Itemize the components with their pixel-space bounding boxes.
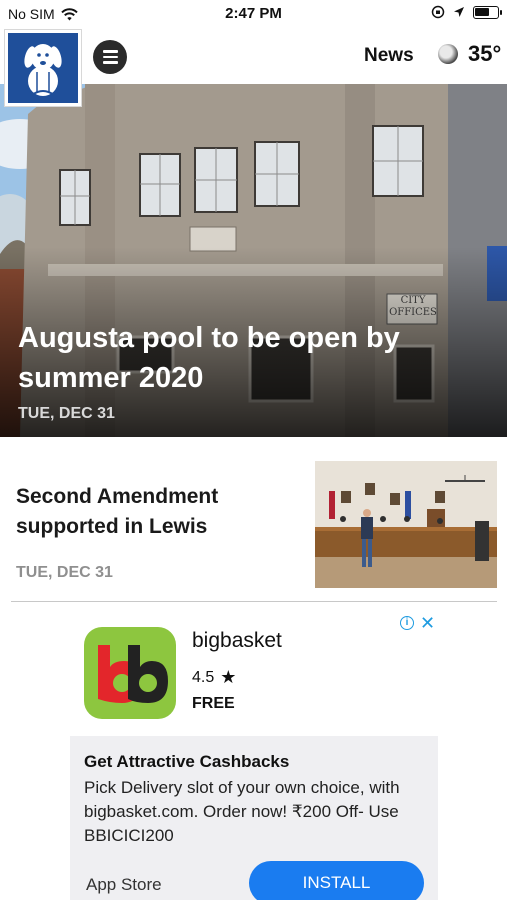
article-card[interactable]: Second Amendment supported in Lewis TUE,… bbox=[0, 437, 507, 602]
divider bbox=[11, 601, 497, 602]
article-date: TUE, DEC 31 bbox=[16, 564, 113, 581]
ad-price: FREE bbox=[192, 695, 235, 712]
section-title[interactable]: News bbox=[364, 45, 414, 67]
moon-icon bbox=[438, 44, 458, 64]
location-arrow-icon bbox=[454, 7, 464, 17]
council-chamber-image bbox=[315, 461, 497, 588]
article-headline[interactable]: Second Amendment supported in Lewis bbox=[16, 482, 286, 542]
app-header: News 35° bbox=[0, 28, 507, 106]
ad-card[interactable]: Get Attractive Cashbacks Pick Delivery s… bbox=[70, 736, 438, 900]
status-bar: No SIM 2:47 PM bbox=[0, 0, 507, 28]
install-button[interactable]: INSTALL bbox=[249, 861, 424, 900]
bb-logo-icon bbox=[98, 645, 168, 703]
menu-icon-bar bbox=[102, 50, 118, 53]
temperature[interactable]: 35° bbox=[468, 41, 501, 67]
hero-headline[interactable]: Augusta pool to be open by summer 2020 bbox=[18, 318, 438, 398]
hero-story[interactable]: CITY OFFICES Augusta pool to be open by … bbox=[0, 84, 507, 437]
ad-close-icon[interactable]: ✕ bbox=[420, 614, 435, 632]
ad-app-name[interactable]: bigbasket bbox=[192, 629, 282, 653]
battery-icon bbox=[473, 5, 502, 19]
status-right bbox=[431, 5, 502, 19]
sign-line: CITY bbox=[400, 295, 426, 306]
orientation-lock-icon bbox=[431, 5, 445, 19]
battery-fill bbox=[475, 7, 489, 16]
ad-info-icon[interactable]: i bbox=[400, 616, 414, 630]
ad-rating: 4.5 ★ bbox=[192, 667, 236, 688]
ad-body: Pick Delivery slot of your own choice, w… bbox=[84, 778, 400, 845]
dog-mascot-icon bbox=[24, 44, 62, 96]
ad-rating-value: 4.5 bbox=[192, 668, 215, 686]
ad-store-label: App Store bbox=[86, 875, 162, 894]
ad-controls: i ✕ bbox=[400, 614, 435, 632]
menu-button[interactable] bbox=[93, 40, 127, 74]
ad-headline: Get Attractive Cashbacks bbox=[84, 752, 290, 771]
menu-icon-bar bbox=[102, 61, 118, 64]
site-logo[interactable] bbox=[5, 30, 81, 106]
city-offices-sign: CITY OFFICES bbox=[389, 295, 437, 319]
menu-icon-bar bbox=[102, 55, 118, 59]
star-icon: ★ bbox=[220, 667, 237, 687]
bigbasket-logo-icon[interactable] bbox=[84, 627, 176, 719]
hero-date: TUE, DEC 31 bbox=[18, 405, 115, 422]
article-thumbnail[interactable] bbox=[315, 461, 497, 588]
